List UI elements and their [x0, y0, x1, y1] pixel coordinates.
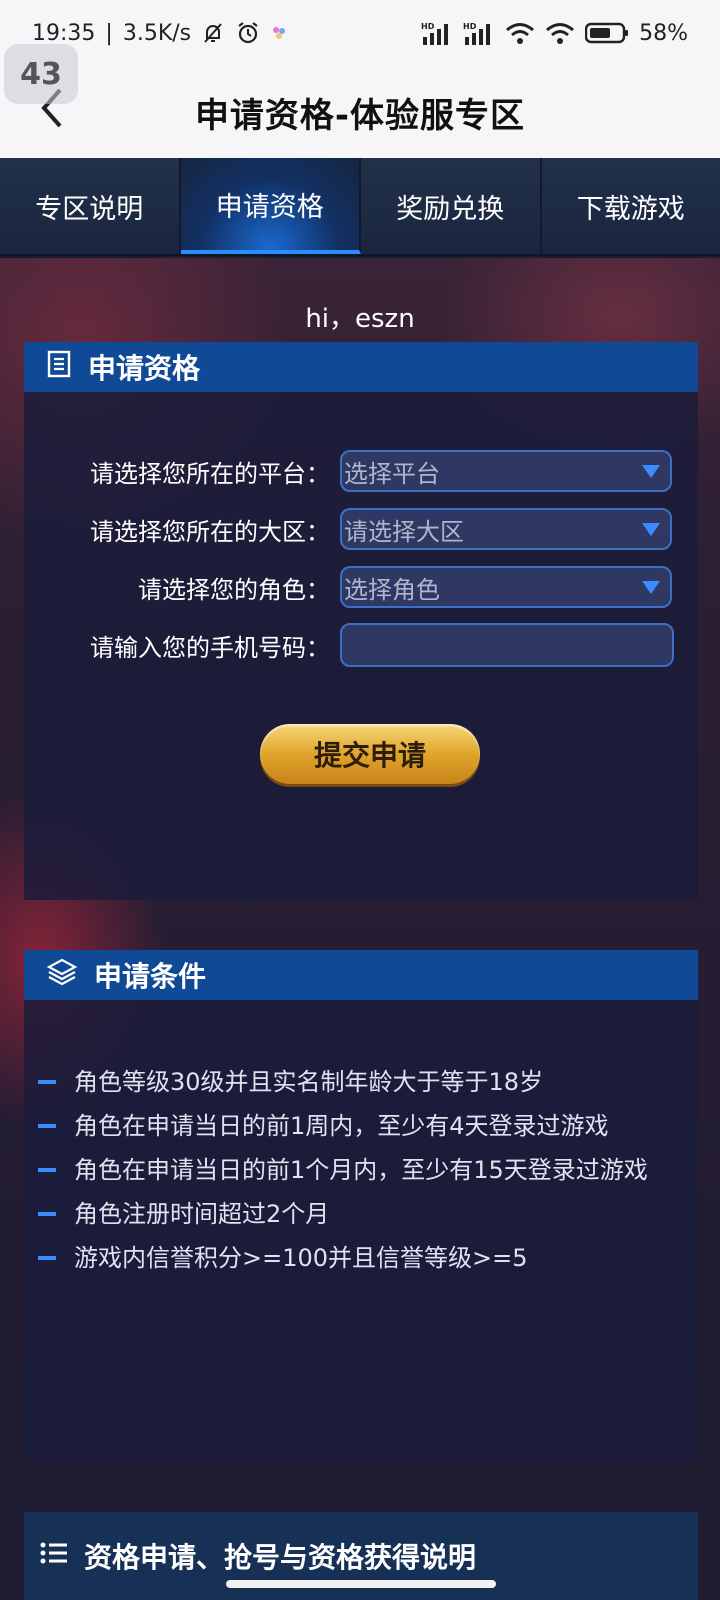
condition-text: 角色在申请当日的前1周内，至少有4天登录过游戏 [74, 1112, 609, 1140]
platform-row: 请选择您所在的平台： 选择平台 [24, 450, 698, 492]
alarm-icon [235, 20, 261, 46]
floating-badge[interactable]: 43 [4, 44, 78, 104]
dash-icon [38, 1256, 56, 1260]
status-time: 19:35 [32, 20, 96, 46]
signal-icon: HD [463, 21, 495, 45]
battery-percent: 58% [639, 20, 688, 46]
list-item: 角色注册时间超过2个月 [24, 1192, 698, 1236]
wifi-icon [545, 21, 575, 45]
status-separator: | [105, 20, 113, 46]
tab-download[interactable]: 下载游戏 [541, 158, 720, 254]
condition-text: 角色等级30级并且实名制年龄大于等于18岁 [74, 1068, 544, 1096]
region-label: 请选择您所在的大区： [90, 517, 330, 546]
region-select[interactable]: 请选择大区 [340, 508, 672, 550]
region-row: 请选择您所在的大区： 请选择大区 [24, 508, 698, 550]
condition-text: 角色注册时间超过2个月 [74, 1200, 330, 1228]
tab-apply[interactable]: 申请资格 [180, 158, 361, 254]
list-item: 游戏内信誉积分>=100并且信誉等级>=5 [24, 1236, 698, 1280]
list-item: 角色在申请当日的前1个月内，至少有15天登录过游戏 [24, 1148, 698, 1192]
conditions-panel-header: 申请条件 [24, 950, 698, 1000]
status-bar: 19:35 | 3.5K/s HD HD 58% [0, 0, 720, 66]
page-title: 申请资格-体验服专区 [194, 95, 526, 136]
phone-input[interactable] [340, 623, 674, 667]
role-row: 请选择您的角色： 选择角色 [24, 566, 698, 608]
dash-icon [38, 1168, 56, 1172]
greeting: hi，eszn [305, 304, 415, 334]
explain-panel-title: 资格申请、抢号与资格获得说明 [84, 1541, 477, 1574]
apply-panel-title: 申请资格 [88, 352, 201, 385]
tab-rewards[interactable]: 奖励兑换 [361, 158, 542, 254]
tab-bar: 专区说明 申请资格 奖励兑换 下载游戏 [0, 158, 720, 256]
condition-text: 角色在申请当日的前1个月内，至少有15天登录过游戏 [74, 1156, 648, 1184]
header: 申请资格-体验服专区 [0, 66, 720, 158]
role-select[interactable]: 选择角色 [340, 566, 672, 608]
platform-label: 请选择您所在的平台： [90, 459, 330, 488]
dash-icon [38, 1212, 56, 1216]
dash-icon [38, 1080, 56, 1084]
platform-select[interactable]: 选择平台 [340, 450, 672, 492]
wifi-icon [505, 21, 535, 45]
tab-zone-intro[interactable]: 专区说明 [0, 158, 181, 254]
condition-text: 游戏内信誉积分>=100并且信誉等级>=5 [74, 1244, 528, 1272]
bell-off-icon [201, 21, 225, 45]
battery-icon [585, 21, 629, 45]
conditions-panel: 申请条件 角色等级30级并且实名制年龄大于等于18岁 角色在申请当日的前1周内，… [24, 950, 698, 1462]
dash-icon [38, 1124, 56, 1128]
submit-button[interactable]: 提交申请 [260, 724, 480, 784]
list-icon [40, 1540, 68, 1573]
layers-icon [46, 957, 78, 994]
svg-text:HD: HD [421, 22, 435, 31]
region-select-value: 请选择大区 [344, 517, 464, 546]
role-select-value: 选择角色 [344, 575, 440, 604]
document-icon [46, 350, 72, 385]
phone-label: 请输入您的手机号码： [90, 633, 330, 662]
conditions-panel-title: 申请条件 [94, 960, 207, 993]
dropdown-arrow-icon [642, 522, 660, 536]
signal-icon: HD [421, 21, 453, 45]
dots-icon [271, 25, 287, 41]
role-label: 请选择您的角色： [138, 575, 330, 604]
dropdown-arrow-icon [642, 464, 660, 478]
svg-text:HD: HD [463, 22, 477, 31]
phone-row: 请输入您的手机号码： [24, 623, 698, 667]
conditions-list: 角色等级30级并且实名制年龄大于等于18岁 角色在申请当日的前1周内，至少有4天… [24, 1060, 698, 1280]
apply-panel: 申请资格 请选择您所在的平台： 选择平台 请选择您所在的大区： 请选择大区 请选… [24, 342, 698, 900]
list-item: 角色等级30级并且实名制年龄大于等于18岁 [24, 1060, 698, 1104]
apply-panel-header: 申请资格 [24, 342, 698, 392]
status-right: HD HD 58% [421, 21, 688, 46]
dropdown-arrow-icon [642, 580, 660, 594]
status-left: 19:35 | 3.5K/s [32, 20, 287, 46]
list-item: 角色在申请当日的前1周内，至少有4天登录过游戏 [24, 1104, 698, 1148]
platform-select-value: 选择平台 [344, 459, 440, 488]
network-speed: 3.5K/s [122, 20, 192, 46]
home-indicator[interactable] [226, 1580, 496, 1588]
